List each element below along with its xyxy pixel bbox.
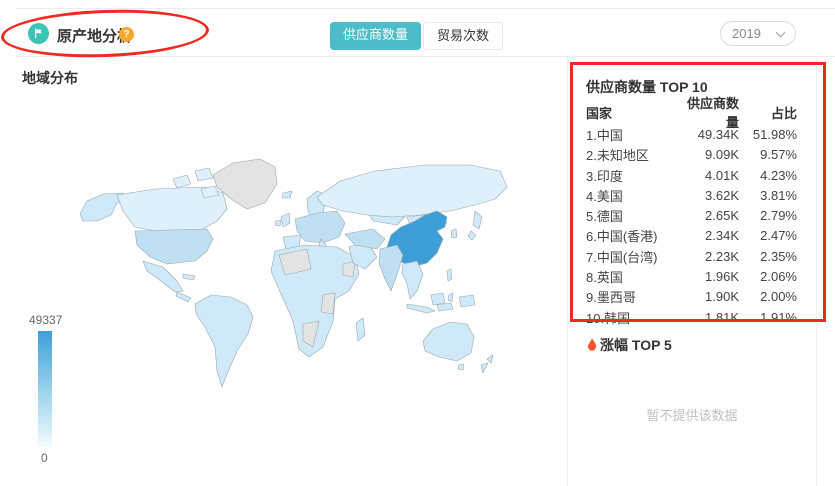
tab-trade-count[interactable]: 贸易次数 [423, 22, 504, 50]
table-row: 10.韩国 1.81K 1.91% [586, 309, 797, 326]
map-region-north-america[interactable] [79, 167, 228, 303]
map-region-africa[interactable] [270, 244, 366, 358]
year-select-value: 2019 [732, 26, 761, 41]
top10-table: 国家 供应商数量 占比 1.中国 49.34K 51.98% 2.未知地区 9.… [586, 96, 797, 327]
legend-min-label: 0 [41, 451, 48, 465]
map-panel: 地域分布 49337 0 [15, 57, 568, 486]
table-row: 3.印度 4.01K 4.23% [586, 167, 797, 184]
year-select[interactable]: 2019 [720, 21, 796, 46]
col-country: 国家 [586, 105, 613, 121]
view-toggle-tabs: 供应商数量 贸易次数 [330, 22, 504, 50]
map-region-oceania[interactable] [422, 321, 494, 374]
table-row: 5.德国 2.65K 2.79% [586, 208, 797, 225]
flag-icon-glyph [35, 28, 42, 39]
table-row: 2.未知地区 9.09K 9.57% [586, 147, 797, 164]
world-map-chart[interactable] [55, 99, 560, 444]
table-header-row: 国家 供应商数量 占比 [586, 96, 797, 130]
map-region-east-asia[interactable] [450, 210, 483, 241]
table-row: 9.墨西哥 1.90K 2.00% [586, 289, 797, 306]
table-row: 6.中国(香港) 2.34K 2.47% [586, 228, 797, 245]
stats-panel: 供应商数量 TOP 10 国家 供应商数量 占比 1.中国 49.34K 51.… [568, 57, 817, 486]
col-count: 供应商数量 [686, 96, 739, 131]
legend-gradient-bar [38, 331, 52, 447]
table-row: 8.英国 1.96K 2.06% [586, 269, 797, 286]
map-panel-title: 地域分布 [22, 70, 78, 86]
col-share: 占比 [770, 105, 797, 121]
origin-analysis-dashboard: 原产地分析 ? 供应商数量 贸易次数 2019 地域分布 49337 0 供应商… [0, 0, 835, 486]
empty-data-message: 暂不提供该数据 [646, 408, 738, 423]
header-bar: 原产地分析 ? 供应商数量 贸易次数 2019 [15, 8, 835, 57]
table-row: 4.美国 3.62K 3.81% [586, 187, 797, 204]
rise-top5-title: 涨幅 TOP 5 [586, 335, 672, 355]
tab-supplier-count[interactable]: 供应商数量 [330, 22, 422, 50]
map-region-south-america[interactable] [194, 294, 254, 388]
flame-icon [588, 337, 596, 351]
table-row: 1.中国 49.34K 51.98% [586, 126, 797, 143]
chevron-down-icon [775, 27, 786, 37]
legend-max-label: 49337 [29, 313, 63, 327]
help-icon[interactable]: ? [119, 27, 134, 42]
table-row: 7.中国(台湾) 2.23K 2.35% [586, 248, 797, 265]
flag-icon [28, 23, 49, 44]
